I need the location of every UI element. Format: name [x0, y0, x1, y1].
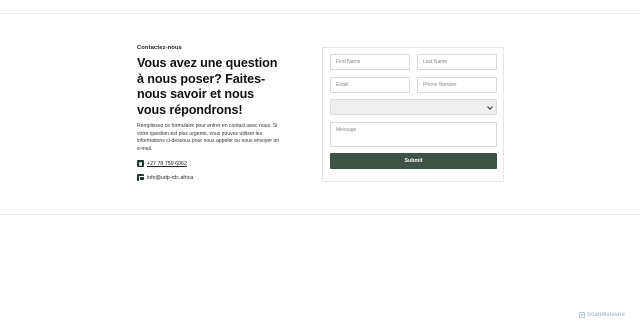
subject-select[interactable]: [330, 99, 497, 115]
top-divider: [0, 13, 640, 14]
contact-phone: +27 78 759 6062: [137, 160, 187, 167]
watermark: ScanMalware: [579, 312, 625, 318]
last-name-input[interactable]: [417, 54, 497, 70]
section-eyebrow: Contactez-nous: [137, 45, 182, 51]
scanmalware-logo-icon: [579, 312, 585, 318]
message-textarea[interactable]: [330, 122, 497, 147]
email-text: info@udp-rdc.africa: [147, 174, 194, 181]
intro-description: Remplissez ce formulaire pour entrer en …: [137, 123, 280, 152]
phone-number-input[interactable]: [417, 77, 497, 93]
phone-icon: [137, 160, 144, 167]
contact-email: info@udp-rdc.africa: [137, 174, 193, 181]
first-name-input[interactable]: [330, 54, 410, 70]
page-title: Vous avez une question à nous poser? Fai…: [137, 56, 278, 117]
watermark-text: ScanMalware: [587, 312, 626, 318]
mail-icon: [137, 174, 145, 181]
contact-intro: Contactez-nous Vous avez une question à …: [137, 45, 285, 153]
bottom-divider: [0, 214, 640, 215]
submit-button[interactable]: Submit: [330, 153, 497, 169]
phone-link[interactable]: +27 78 759 6062: [147, 161, 187, 167]
chevron-down-icon: [487, 104, 493, 110]
email-input[interactable]: [330, 77, 410, 93]
contact-form: Submit: [322, 47, 504, 182]
